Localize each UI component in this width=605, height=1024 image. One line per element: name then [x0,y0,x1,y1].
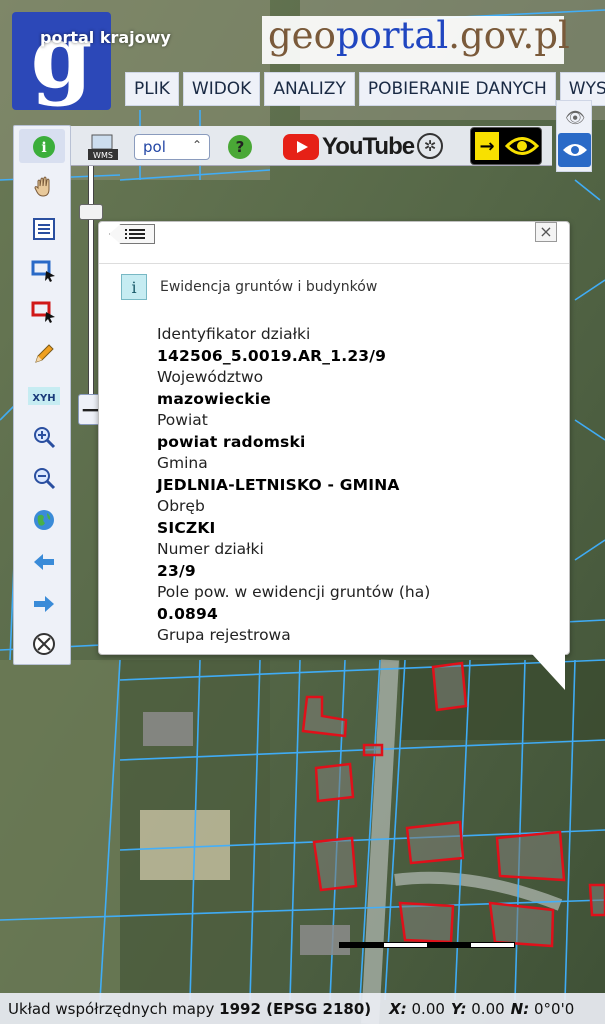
zoom-slider-handle[interactable] [79,204,103,220]
popup-pointer [532,654,565,690]
pencil-icon[interactable] [30,340,58,368]
scale-bar [339,942,515,948]
field-label: Województwo [157,368,264,386]
parcel-attributes: Identyfikator działki 142506_5.0019.AR_1… [157,324,557,647]
legend-table-icon[interactable] [30,215,58,243]
popup-header: i Ewidencja gruntów i budynków [121,274,377,300]
field-label: Grupa rejestrowa [157,626,291,644]
arrow-back-icon[interactable] [30,548,58,576]
x-value: 0.00 [411,999,445,1018]
field-label: Powiat [157,411,208,429]
language-select[interactable]: pol ⌃ [134,134,210,160]
field-label: Pole pow. w ewidencji gruntów (ha) [157,583,431,601]
status-bar: Układ współrzędnych mapy 1992 (EPSG 2180… [0,993,605,1024]
eye-toggle-icon[interactable] [558,133,591,167]
contrast-eye-icon [505,137,539,155]
xyh-label: XYH [32,393,55,404]
brand-suffix: .gov.pl [448,14,570,57]
wms-icon[interactable]: WMS [88,133,118,161]
info-icon[interactable]: i [30,133,58,161]
crs-prefix: Układ współrzędnych mapy [8,999,215,1018]
main-menu: PLIK WIDOK ANALIZY POBIERANIE DANYCH WYS [125,72,605,106]
youtube-label: YouTube [322,133,415,160]
xyh-icon[interactable]: XYH [28,382,60,410]
zoom-out-icon[interactable] [30,464,58,492]
youtube-play-icon [283,134,319,160]
pan-hand-icon[interactable] [30,173,58,201]
geoportal-logo[interactable]: g [12,12,111,110]
menu-widok[interactable]: WIDOK [182,72,261,106]
youtube-button[interactable]: YouTube [283,133,415,161]
select-blue-rect-icon[interactable] [30,257,58,285]
menu-pobieranie-danych[interactable]: POBIERANIE DANYCH [358,72,556,106]
brand-main: portal [335,14,449,57]
brand-title: geoportal.gov.pl [268,14,570,57]
eye-small-icon[interactable]: 👁 [565,108,585,127]
n-value: 0°0'0 [534,999,575,1018]
select-arrows-icon: ⌃ [191,138,202,152]
logo-letter: g [30,4,93,108]
field-value: 0.0894 [157,604,219,623]
menu-plik[interactable]: PLIK [125,72,179,106]
field-label: Obręb [157,497,205,515]
help-icon[interactable]: ? [228,135,252,159]
field-value: 23/9 [157,561,196,580]
high-contrast-button[interactable]: → [470,127,542,165]
accessibility-icon[interactable]: ✲ [417,133,443,159]
x-label: X: [389,999,407,1018]
popup-topbar: × [99,222,569,264]
zoom-in-icon[interactable] [30,423,58,451]
select-red-rect-icon[interactable] [30,298,58,326]
field-value: powiat radomski [157,432,306,451]
field-value: mazowieckie [157,389,271,408]
popup-list-button[interactable] [109,224,155,244]
crs-value[interactable]: 1992 (EPSG 2180) [219,1000,371,1018]
feature-info-popup: × i Ewidencja gruntów i budynków Identyf… [98,221,570,655]
arrow-forward-icon[interactable] [30,590,58,618]
brand-prefix: geo [268,14,336,57]
y-value: 0.00 [471,999,505,1018]
field-value: SICZKI [157,518,216,537]
field-label: Identyfikator działki [157,325,311,343]
list-icon [125,229,145,239]
menu-analizy[interactable]: ANALIZY [264,72,355,106]
logo-subtitle: portal krajowy [40,28,171,47]
zoom-slider-track[interactable] [88,166,94,394]
globe-icon[interactable] [30,506,58,534]
field-value: 142506_5.0019.AR_1.23/9 [157,346,387,365]
contrast-arrow-icon: → [475,132,499,160]
svg-text:i: i [41,140,46,156]
cancel-circle-icon[interactable] [30,630,58,658]
info-badge-icon: i [121,274,147,300]
field-label: Numer działki [157,540,264,558]
n-label: N: [510,999,530,1018]
field-label: Gmina [157,454,208,472]
popup-title: Ewidencja gruntów i budynków [160,279,378,295]
wms-label: WMS [93,151,113,160]
language-value: pol [143,138,166,156]
field-value: JEDLNIA-LETNISKO - GMINA [157,475,400,494]
y-label: Y: [450,999,467,1018]
popup-close-button[interactable]: × [535,222,557,242]
